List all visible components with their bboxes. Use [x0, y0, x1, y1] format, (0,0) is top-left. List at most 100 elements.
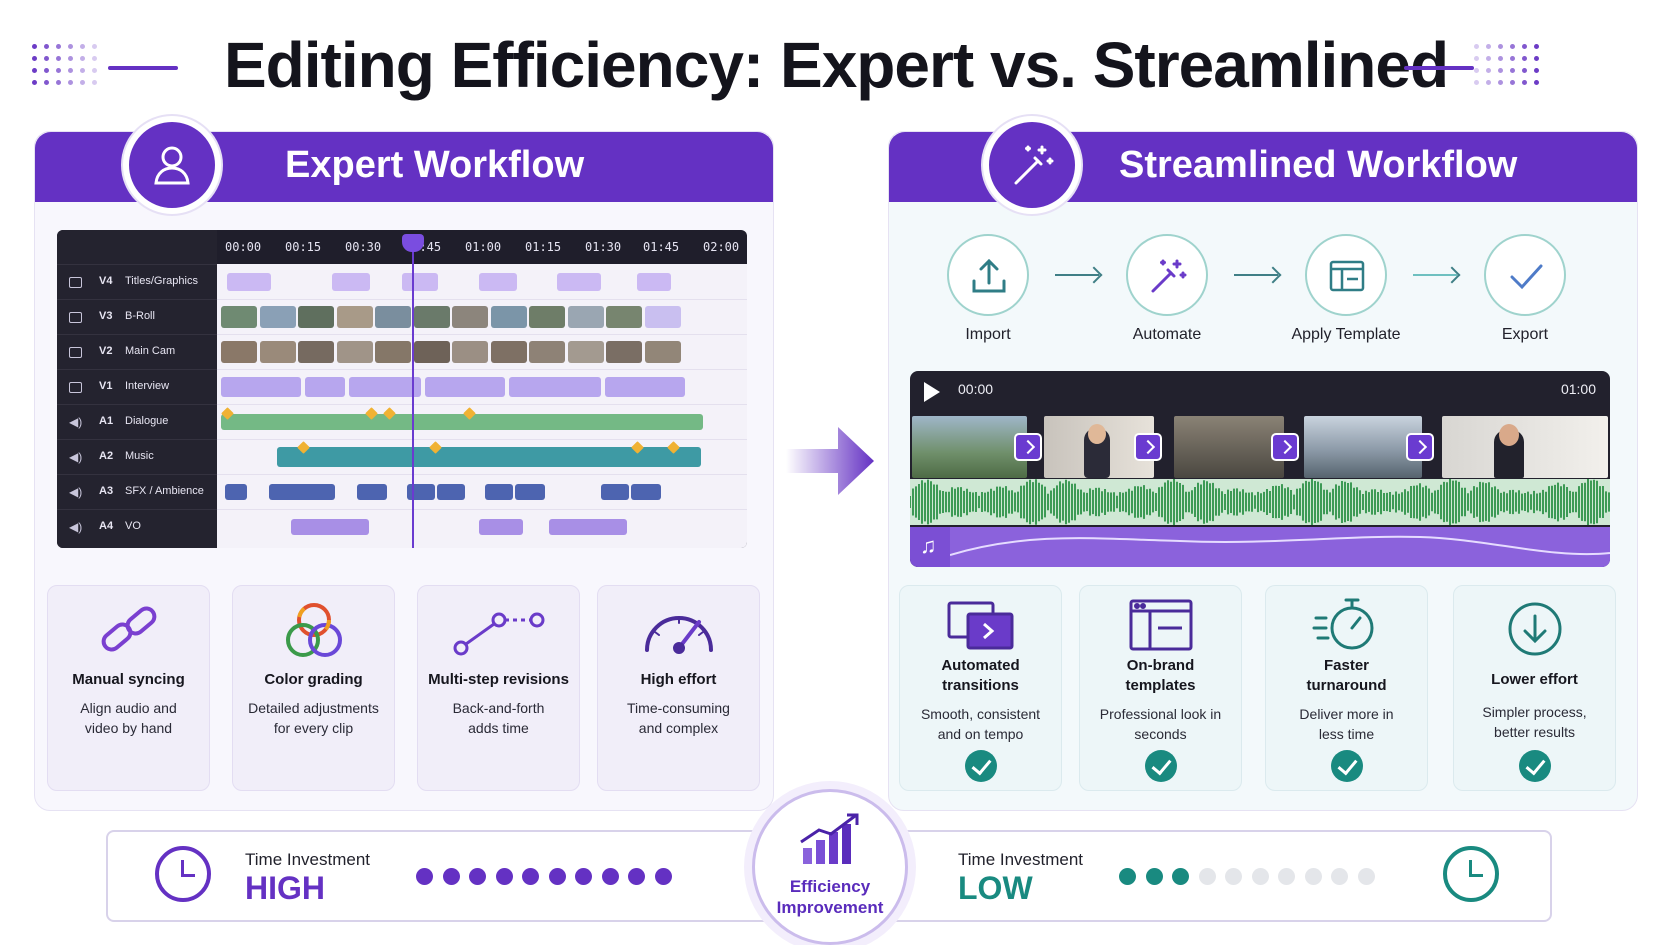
- vo-clip[interactable]: [291, 519, 369, 535]
- interview-clip[interactable]: [305, 377, 345, 397]
- level-dot: [1278, 868, 1295, 885]
- upload-icon: [972, 258, 1006, 293]
- interview-clip[interactable]: [605, 377, 685, 397]
- sfx-clip[interactable]: [485, 484, 513, 500]
- track-divider: [217, 474, 747, 475]
- magic-wand-icon: [1151, 259, 1187, 293]
- title-clip[interactable]: [479, 273, 517, 291]
- track-name: Music: [125, 450, 154, 462]
- broll-clip[interactable]: [644, 306, 681, 328]
- track-v4[interactable]: V4 Titles/Graphics: [57, 264, 217, 299]
- level-dot: [1119, 868, 1136, 885]
- step-arrow: [1234, 274, 1278, 276]
- maincam-clip[interactable]: [413, 341, 450, 363]
- sfx-clip[interactable]: [601, 484, 629, 500]
- maincam-clip[interactable]: [567, 341, 604, 363]
- track-a3[interactable]: ◀) A3 SFX / Ambience: [57, 474, 217, 509]
- title-clip[interactable]: [227, 273, 271, 291]
- level-dot: [1304, 868, 1322, 885]
- sfx-clip[interactable]: [269, 484, 335, 500]
- broll-clip[interactable]: [336, 306, 373, 328]
- step-label: Export: [1501, 326, 1549, 343]
- preview-end-time: 01:00: [1560, 381, 1596, 397]
- step-automate[interactable]: [1126, 234, 1208, 316]
- title-clip[interactable]: [402, 273, 438, 291]
- track-a2[interactable]: ◀) A2 Music: [57, 439, 217, 474]
- sfx-clip[interactable]: [225, 484, 247, 500]
- interview-clip[interactable]: [349, 377, 421, 397]
- card-manual-syncing: Manual syncing Align audio and video by …: [47, 585, 210, 791]
- multi-track-timeline[interactable]: V4 Titles/Graphics V3 B-Roll V2 Main Cam V1…: [57, 230, 747, 548]
- maincam-clip[interactable]: [606, 341, 642, 363]
- broll-clip[interactable]: [490, 306, 527, 328]
- level-dot: [416, 868, 433, 885]
- interview-clip[interactable]: [425, 377, 505, 397]
- broll-clip[interactable]: [606, 306, 642, 328]
- title-clip[interactable]: [637, 273, 671, 291]
- track-a1[interactable]: ◀) A1 Dialogue: [57, 404, 217, 439]
- sfx-clip[interactable]: [437, 484, 465, 500]
- level-dot: [548, 868, 566, 885]
- music-track: ♫: [910, 527, 1610, 567]
- path-nodes-icon: [453, 612, 544, 656]
- maincam-clip[interactable]: [221, 341, 257, 363]
- rising-chart-icon: [800, 813, 859, 864]
- step-export[interactable]: [1484, 234, 1566, 316]
- track-v3[interactable]: V3 B-Roll: [57, 299, 217, 334]
- broll-clip[interactable]: [452, 306, 488, 328]
- maincam-clip[interactable]: [452, 341, 488, 363]
- vo-clip[interactable]: [479, 519, 523, 535]
- stopwatch-icon: [1312, 598, 1373, 650]
- maincam-clip[interactable]: [336, 341, 373, 363]
- interview-clip[interactable]: [509, 377, 601, 397]
- play-icon[interactable]: [924, 382, 940, 402]
- video-preview-player[interactable]: 00:00 01:00 ♫: [910, 371, 1610, 567]
- time-investment-label-right: Time Investment: [958, 850, 1084, 869]
- playhead-handle[interactable]: [402, 234, 424, 252]
- maincam-clip[interactable]: [644, 341, 681, 363]
- card-automated-transitions: Automated transitions Smooth, consistent…: [899, 585, 1062, 791]
- maincam-clip[interactable]: [490, 341, 527, 363]
- broll-clip[interactable]: [413, 306, 450, 328]
- broll-clip[interactable]: [259, 306, 296, 328]
- speaker-icon: ◀): [69, 450, 83, 464]
- broll-clip[interactable]: [221, 306, 257, 328]
- card-title: Faster turnaround: [1306, 657, 1387, 694]
- maincam-clip[interactable]: [259, 341, 296, 363]
- track-v1[interactable]: V1 Interview: [57, 369, 217, 404]
- timeline-tracks-area[interactable]: [217, 264, 747, 548]
- card-lower-effort: Lower effort Simpler process, better res…: [1453, 585, 1616, 791]
- film-icon: [69, 277, 82, 288]
- interview-clip[interactable]: [221, 377, 301, 397]
- sfx-clip[interactable]: [631, 484, 661, 500]
- maincam-clip[interactable]: [375, 341, 411, 363]
- broll-clip[interactable]: [375, 306, 411, 328]
- broll-clip[interactable]: [529, 306, 565, 328]
- vo-clip[interactable]: [549, 519, 627, 535]
- sfx-clip[interactable]: [515, 484, 545, 500]
- step-apply-template[interactable]: [1305, 234, 1387, 316]
- playhead-line[interactable]: [412, 236, 414, 548]
- broll-clip[interactable]: [298, 306, 334, 328]
- transition-badge: [1406, 433, 1434, 461]
- title-rule-left: [108, 66, 178, 70]
- step-arrow: [1413, 274, 1457, 276]
- sfx-clip[interactable]: [357, 484, 387, 500]
- track-name: Dialogue: [125, 415, 169, 427]
- track-v2[interactable]: V2 Main Cam: [57, 334, 217, 369]
- card-color-grading: Color grading Detailed adjustments for e…: [232, 585, 395, 791]
- track-divider: [217, 404, 747, 405]
- card-title: High effort: [640, 671, 717, 688]
- step-import[interactable]: [947, 234, 1029, 316]
- title-clip[interactable]: [557, 273, 601, 291]
- maincam-clip[interactable]: [529, 341, 565, 363]
- track-divider: [217, 439, 747, 440]
- track-a4[interactable]: ◀) A4 VO: [57, 509, 217, 544]
- dialogue-clip[interactable]: [221, 414, 703, 430]
- track-name: Interview: [125, 380, 170, 392]
- big-right-arrow: [786, 427, 874, 495]
- broll-clip[interactable]: [567, 306, 604, 328]
- title-clip[interactable]: [332, 273, 370, 291]
- time-tick: 01:45: [643, 240, 680, 254]
- maincam-clip[interactable]: [298, 341, 334, 363]
